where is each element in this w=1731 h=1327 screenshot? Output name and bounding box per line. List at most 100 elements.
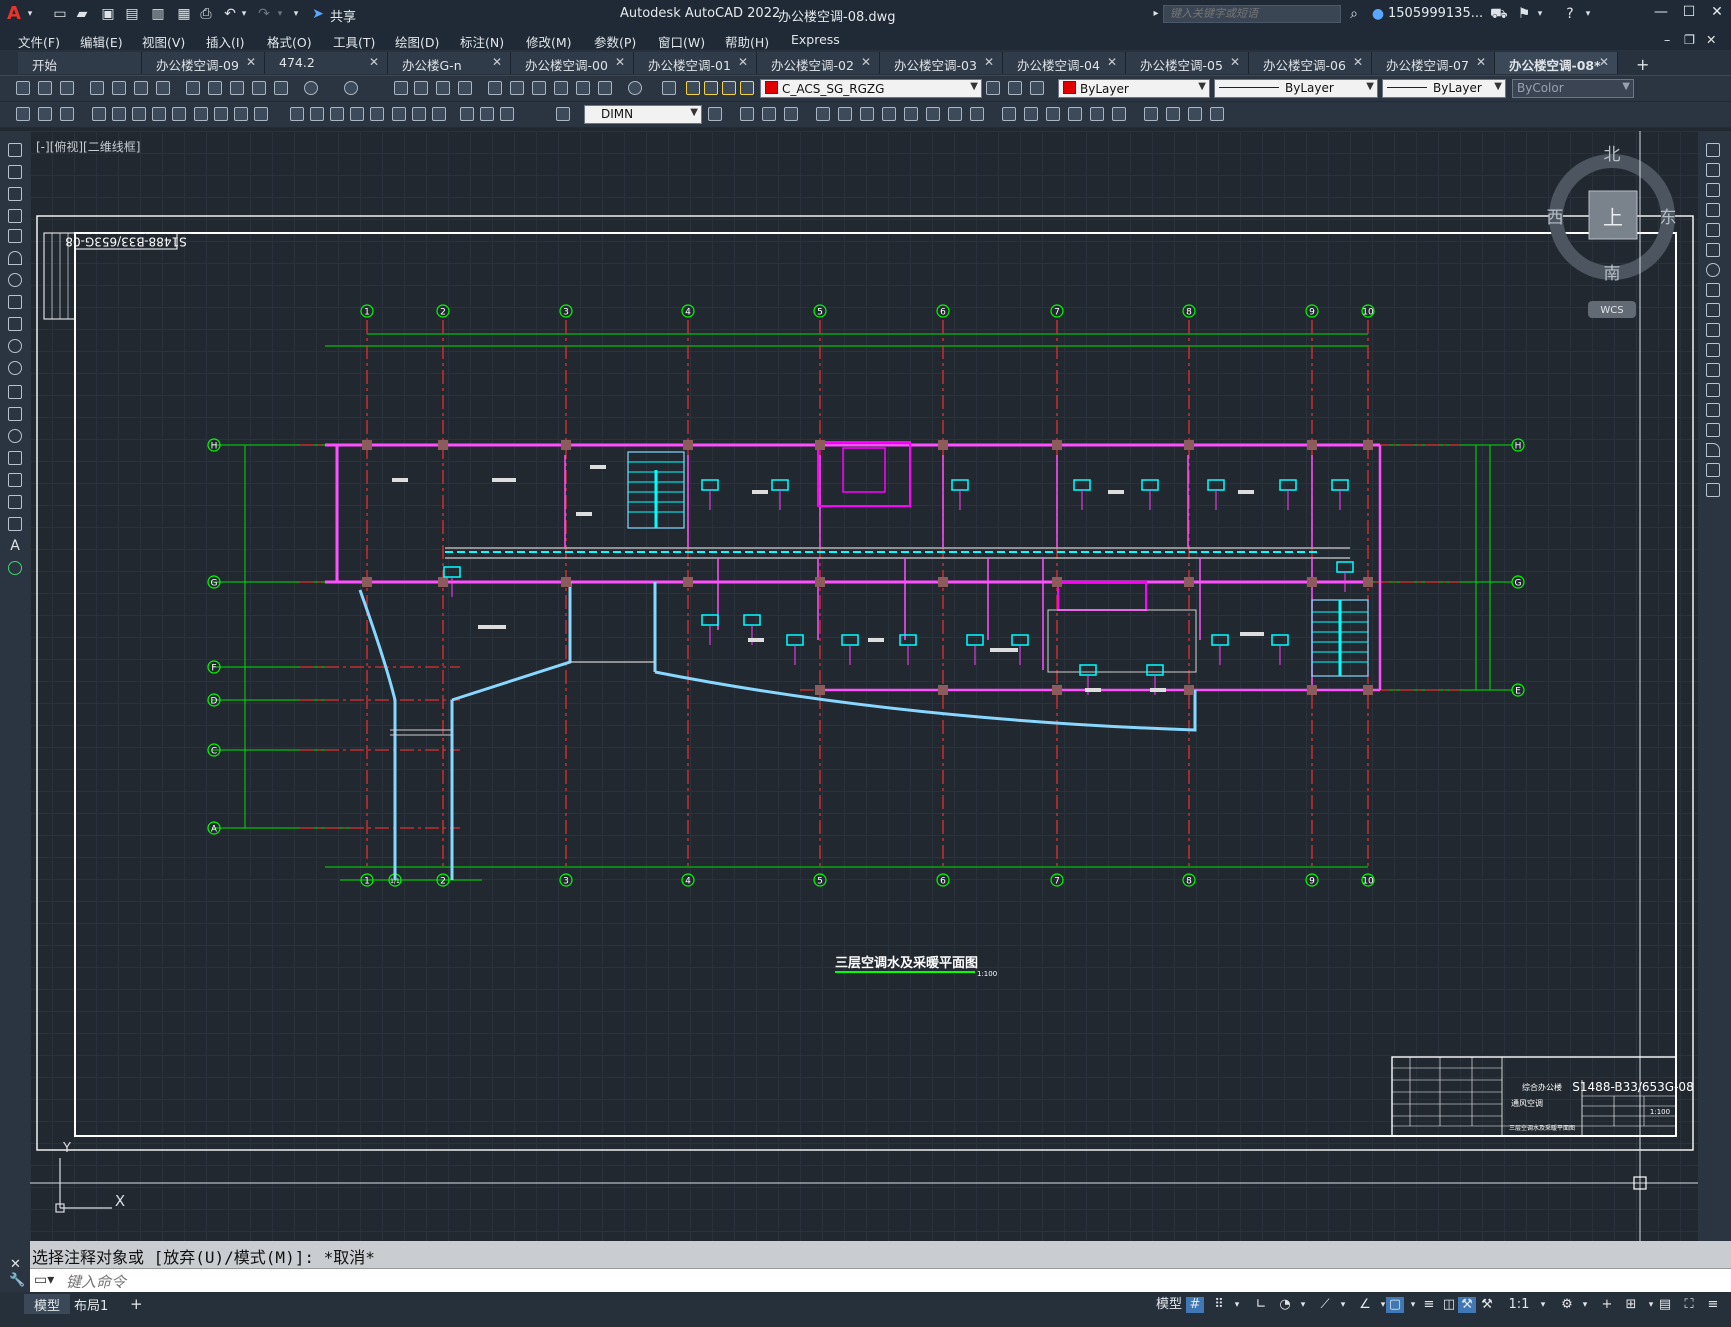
tab-close-icon[interactable]: ✕ — [1476, 55, 1486, 69]
user-name[interactable]: 1505999135... — [1388, 6, 1483, 21]
menu-modify[interactable]: 修改(M) — [526, 32, 572, 51]
save-web-icon[interactable]: ▦ — [176, 6, 192, 22]
workspace-gear-icon[interactable]: ⚙ — [1558, 1297, 1576, 1313]
share-icon[interactable]: ➤ — [310, 6, 326, 22]
explode-icon[interactable] — [1706, 483, 1720, 497]
command-settings-icon[interactable]: 🔧 — [9, 1273, 25, 1288]
mirror-icon[interactable] — [1706, 183, 1720, 197]
menu-window[interactable]: 窗口(W) — [658, 32, 705, 51]
dimstyle-dropdown[interactable]: DIMN ▼ — [584, 105, 702, 124]
join-icon[interactable] — [1706, 403, 1720, 417]
tab-close-icon[interactable]: ✕ — [1230, 55, 1240, 69]
layer-dropdown[interactable]: C_ACS_SG_RGZG ▼ — [760, 79, 982, 98]
block-editor-icon[interactable] — [274, 81, 288, 95]
linear-dimension-icon[interactable] — [92, 107, 106, 121]
menu-insert[interactable]: 插入(I) — [206, 32, 244, 51]
make-current-layer-icon[interactable] — [986, 81, 1000, 95]
fillet-icon[interactable] — [1706, 443, 1720, 457]
drawing-canvas[interactable]: S1488-B33/653G-08 上 北 南 东 西 WCS Y X 1 1 … — [30, 131, 1698, 1241]
save-icon[interactable] — [60, 81, 74, 95]
color-dropdown[interactable]: ByLayer ▼ — [1058, 79, 1210, 98]
multileader-icon[interactable] — [38, 107, 52, 121]
edit-dimension-text-icon[interactable] — [480, 107, 494, 121]
command-close-icon[interactable]: ✕ — [10, 1257, 21, 1272]
array-icon[interactable] — [1706, 223, 1720, 237]
break-icon[interactable] — [1706, 383, 1720, 397]
3d-wedge-icon[interactable] — [762, 107, 776, 121]
tab-file[interactable]: 办公楼空调-03 ✕ — [880, 52, 1003, 74]
tab-close-icon[interactable]: ✕ — [738, 55, 748, 69]
tab-start[interactable]: 开始 — [18, 52, 142, 74]
3d-array-icon[interactable] — [948, 107, 962, 121]
camera-icon[interactable] — [1068, 107, 1082, 121]
tab-close-icon[interactable]: ✕ — [861, 55, 871, 69]
layer-viewport-icon[interactable] — [722, 81, 736, 95]
workspace-dropdown-icon[interactable]: ▾ — [1576, 1297, 1594, 1313]
print-icon[interactable]: ⎙ — [198, 6, 214, 22]
make-block-icon[interactable] — [8, 407, 22, 421]
move-icon[interactable] — [1706, 243, 1720, 257]
tab-file[interactable]: 办公楼G-n ✕ — [388, 52, 511, 74]
tab-file-active[interactable]: 办公楼空调-08* ✕ — [1495, 52, 1618, 74]
minimize-icon[interactable]: — — [1648, 4, 1674, 24]
tab-close-icon[interactable]: ✕ — [1107, 55, 1117, 69]
trim-icon[interactable] — [1706, 323, 1720, 337]
new-icon[interactable] — [16, 81, 30, 95]
help-icon[interactable]: ? — [1562, 6, 1578, 22]
aligned-dimension-icon[interactable] — [112, 107, 126, 121]
doc-minimize-icon[interactable]: – — [1664, 32, 1670, 47]
table-icon[interactable] — [60, 107, 74, 121]
polar-dropdown-icon[interactable]: ▾ — [1294, 1297, 1312, 1313]
point-icon[interactable] — [8, 429, 22, 443]
array-icon[interactable] — [838, 107, 852, 121]
help-dropdown-icon[interactable]: ▾ — [1580, 6, 1596, 22]
customization-icon[interactable]: ≡ — [1704, 1297, 1722, 1313]
line-icon[interactable] — [8, 143, 22, 157]
app-menu-chevron-icon[interactable]: ▾ — [22, 6, 38, 22]
tab-file[interactable]: 办公楼空调-09 ✕ — [142, 52, 265, 74]
redo-dropdown-icon[interactable]: ▾ — [272, 6, 288, 22]
search-expand-icon[interactable]: ▸ — [1148, 6, 1164, 22]
new-file-icon[interactable]: ▭ — [52, 6, 68, 22]
table-icon[interactable] — [8, 517, 22, 531]
menu-express[interactable]: Express — [791, 32, 840, 47]
hardware-acceleration-icon[interactable]: ▤ — [1656, 1297, 1674, 1313]
tab-close-icon[interactable]: ✕ — [246, 55, 256, 69]
open-web-icon[interactable]: ▥ — [150, 6, 166, 22]
polar-icon[interactable]: ◔ — [1276, 1297, 1294, 1313]
close-icon[interactable]: ✕ — [1704, 4, 1730, 24]
plot-icon[interactable] — [90, 81, 104, 95]
rotate-icon[interactable] — [1706, 263, 1720, 277]
tab-close-icon[interactable]: ✕ — [369, 55, 379, 69]
gradient-icon[interactable] — [8, 473, 22, 487]
command-customize-icon[interactable]: ▭▾ — [34, 1272, 54, 1288]
attach-image-icon[interactable] — [1166, 107, 1180, 121]
cut-icon[interactable] — [186, 81, 200, 95]
auto-scale-icon[interactable]: ⚒ — [1478, 1297, 1496, 1313]
radius-dimension-icon[interactable] — [172, 107, 186, 121]
lineweight-dropdown[interactable]: ByLayer ▼ — [1382, 79, 1506, 98]
render-icon[interactable] — [1002, 107, 1016, 121]
stretch-icon[interactable] — [1706, 303, 1720, 317]
zoom-realtime-icon[interactable] — [414, 81, 428, 95]
tab-file[interactable]: 办公楼空调-07 ✕ — [1372, 52, 1495, 74]
plotstyle-dropdown[interactable]: ByColor ▼ — [1512, 79, 1634, 98]
publish-icon[interactable] — [134, 81, 148, 95]
layer-freeze-icon[interactable] — [704, 81, 718, 95]
hatch-icon[interactable] — [8, 451, 22, 465]
annotation-monitor-icon[interactable]: + — [1598, 1297, 1616, 1313]
ellipse-arc-icon[interactable] — [8, 361, 22, 375]
layer-lock-icon[interactable] — [740, 81, 754, 95]
erase-icon[interactable] — [1706, 143, 1720, 157]
object-snap-tracking-icon[interactable]: ∠ — [1356, 1297, 1374, 1313]
layout-tab-layout1[interactable]: 布局1 — [64, 1294, 118, 1314]
edit-dimension-icon[interactable] — [460, 107, 474, 121]
copy-object-icon[interactable] — [1706, 163, 1720, 177]
3d-scale-icon[interactable] — [926, 107, 940, 121]
units-icon[interactable]: ⊞ — [1622, 1297, 1640, 1313]
tolerance-icon[interactable] — [370, 107, 384, 121]
layer-properties-icon[interactable] — [662, 81, 676, 95]
add-selected-icon[interactable] — [8, 561, 22, 575]
lights-icon[interactable] — [1046, 107, 1060, 121]
xref-icon[interactable] — [1210, 107, 1224, 121]
